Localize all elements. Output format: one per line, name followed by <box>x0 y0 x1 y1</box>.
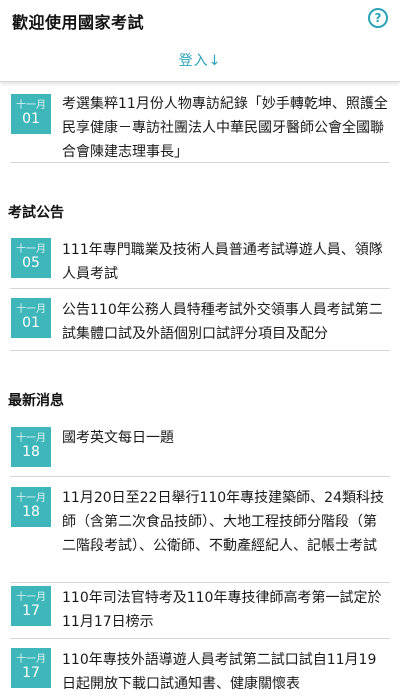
content-area[interactable]: 十一月 01 考選集粹11月份人物專訪紀錄「妙手轉乾坤、照護全民享健康－專訪社團… <box>0 82 400 700</box>
date-day: 17 <box>22 664 40 681</box>
date-badge: 十一月 01 <box>11 298 51 338</box>
divider <box>10 476 390 477</box>
news-title: 110年司法官特考及110年專技律師高考第一試定於11月17日榜示 <box>62 590 382 630</box>
news-title: 考選集粹11月份人物專訪紀錄「妙手轉乾坤、照護全民享健康－專訪社團法人中華民國牙… <box>62 96 388 160</box>
date-badge: 十一月 17 <box>11 648 51 688</box>
news-title: 110年專技外語導遊人員考試第二試口試自11月19日起開放下載口試通知書、健康關… <box>62 652 377 692</box>
divider <box>10 288 390 289</box>
divider <box>10 638 390 639</box>
date-badge: 十一月 18 <box>11 487 51 527</box>
help-icon[interactable]: ? <box>368 8 388 28</box>
notice-title: 111年專門職業及技術人員普通考試導遊人員、領隊人員考試 <box>62 242 383 282</box>
date-badge: 十一月 18 <box>11 427 51 467</box>
date-day: 17 <box>22 602 40 619</box>
date-day: 18 <box>22 503 40 520</box>
date-month: 十一月 <box>16 592 46 604</box>
date-day: 01 <box>22 314 40 331</box>
news-title: 國考英文每日一題 <box>62 430 174 446</box>
divider <box>10 162 390 163</box>
date-month: 十一月 <box>16 654 46 666</box>
app-header: 歡迎使用國家考試 ? 登入↓ <box>0 0 400 82</box>
date-month: 十一月 <box>16 100 46 112</box>
date-day: 18 <box>22 443 40 460</box>
app-title: 歡迎使用國家考試 <box>12 13 145 32</box>
date-day: 01 <box>22 110 40 127</box>
date-month: 十一月 <box>16 433 46 445</box>
login-button[interactable]: 登入↓ <box>0 50 400 70</box>
section-title-latest-news: 最新消息 <box>8 393 64 409</box>
date-month: 十一月 <box>16 244 46 256</box>
news-title: 11月20日至22日舉行110年專技建築師、24類科技師（含第二次食品技師）、大… <box>62 490 384 554</box>
divider <box>10 350 390 351</box>
date-month: 十一月 <box>16 304 46 316</box>
date-badge: 十一月 01 <box>11 94 51 134</box>
date-badge: 十一月 05 <box>11 238 51 278</box>
date-month: 十一月 <box>16 493 46 505</box>
notice-title: 公告110年公務人員特種考試外交領事人員考試第二試集體口試及外語個別口試評分項目… <box>62 302 383 342</box>
section-title-exam-notices: 考試公告 <box>8 205 64 221</box>
date-day: 05 <box>22 254 40 271</box>
divider <box>10 582 390 583</box>
date-badge: 十一月 17 <box>11 586 51 626</box>
